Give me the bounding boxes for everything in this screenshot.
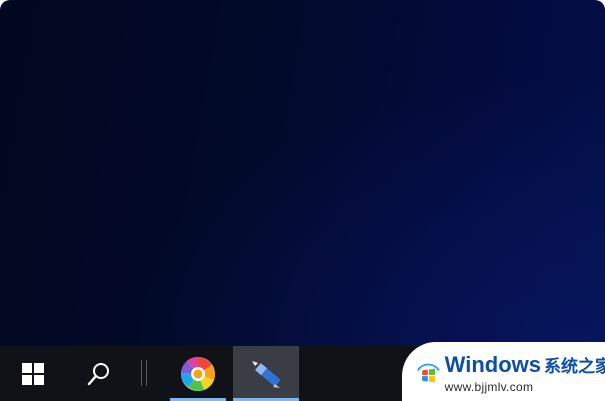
watermark-url: www.bjjmlv.com <box>444 379 534 394</box>
watermark-badge: Windows 系统之家 www.bjjmlv.com <box>402 342 605 401</box>
desktop-gradient <box>0 0 605 346</box>
desktop-background <box>0 0 605 346</box>
pen-app-icon <box>252 360 280 388</box>
search-icon <box>87 362 109 385</box>
windows-flag-logo-icon <box>417 363 440 383</box>
screen: Windows 系统之家 www.bjjmlv.com <box>0 0 605 401</box>
watermark-title-cn: 系统之家 <box>544 356 605 376</box>
watermark-title: Windows 系统之家 <box>445 352 605 379</box>
search-button[interactable] <box>74 346 124 401</box>
taskbar-app-pen[interactable] <box>233 346 299 401</box>
windows-logo-icon <box>22 362 44 385</box>
taskbar-app-pinwheel[interactable] <box>170 346 226 401</box>
colorful-pinwheel-app-icon <box>180 356 215 391</box>
start-button[interactable] <box>8 346 58 401</box>
taskbar-divider <box>141 360 147 386</box>
